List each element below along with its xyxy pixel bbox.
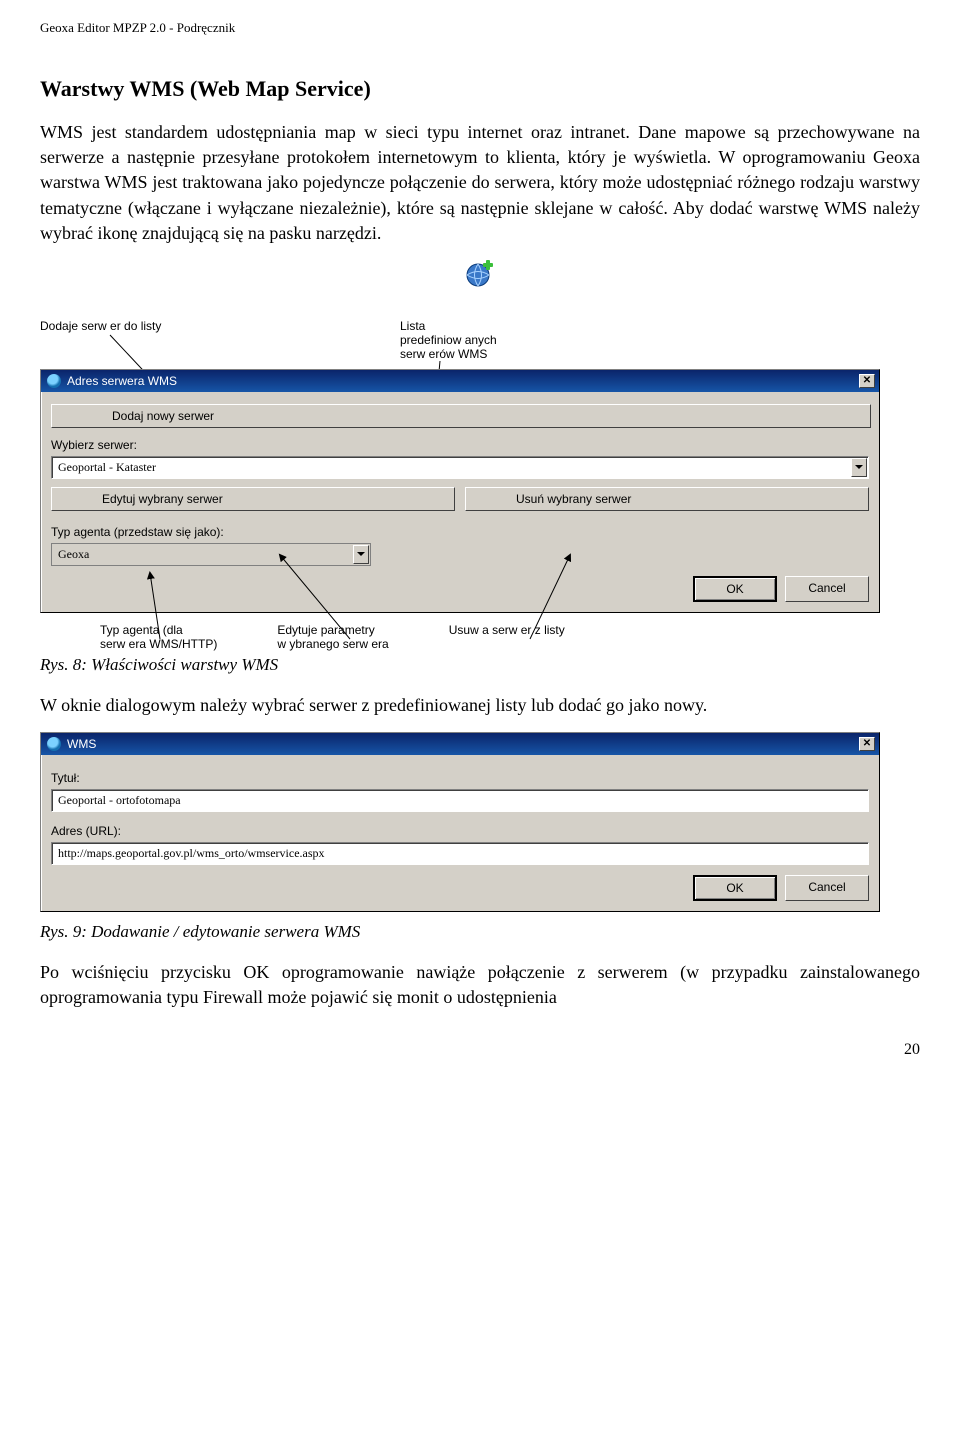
globe-icon xyxy=(47,737,61,751)
add-new-server-button[interactable]: Dodaj nowy serwer xyxy=(51,404,871,428)
figure-9-caption: Rys. 9: Dodawanie / edytowanie serwera W… xyxy=(40,922,920,942)
globe-icon xyxy=(47,374,61,388)
agent-type-select[interactable]: Geoxa xyxy=(51,543,371,566)
cancel-button[interactable]: Cancel xyxy=(785,875,869,901)
wms-title-label: Tytuł: xyxy=(51,771,869,785)
section-title: Warstwy WMS (Web Map Service) xyxy=(40,76,920,102)
doc-header: Geoxa Editor MPZP 2.0 - Podręcznik xyxy=(40,20,920,36)
chevron-down-icon[interactable] xyxy=(353,545,369,564)
annot-edit-params: Edytuje parametry w ybranego serw era xyxy=(277,623,388,651)
select-server-label: Wybierz serwer: xyxy=(51,438,869,452)
agent-type-label: Typ agenta (przedstaw się jako): xyxy=(51,525,869,539)
page-number: 20 xyxy=(40,1041,920,1059)
wms-dialog: WMS ✕ Tytuł: Adres (URL): OK Cancel xyxy=(40,732,880,912)
ok-button[interactable]: OK xyxy=(693,875,777,901)
close-icon[interactable]: ✕ xyxy=(859,737,875,751)
paragraph-3: Po wciśnięciu przycisku OK oprogramowani… xyxy=(40,960,920,1010)
chevron-down-icon[interactable] xyxy=(851,458,867,477)
add-wms-icon xyxy=(465,260,495,295)
server-select[interactable]: Geoportal - Kataster xyxy=(51,456,869,479)
wms-url-label: Adres (URL): xyxy=(51,824,869,838)
annot-remove-server: Usuw a serw er z listy xyxy=(449,623,565,651)
paragraph-2: W oknie dialogowym należy wybrać serwer … xyxy=(40,693,920,718)
paragraph-1: WMS jest standardem udostępniania map w … xyxy=(40,120,920,246)
annot-agent-type: Typ agenta (dla serw era WMS/HTTP) xyxy=(100,623,217,651)
annot-add-server: Dodaje serw er do listy xyxy=(40,319,200,361)
cancel-button[interactable]: Cancel xyxy=(785,576,869,602)
wms-url-input[interactable] xyxy=(51,842,869,865)
dialog2-title: WMS xyxy=(67,737,96,751)
ok-button[interactable]: OK xyxy=(693,576,777,602)
wms-address-dialog: Adres serwera WMS ✕ Dodaj nowy serwer Wy… xyxy=(40,369,880,613)
dialog1-title: Adres serwera WMS xyxy=(67,374,177,388)
annot-predef-list: Lista predefiniow anych serw erów WMS xyxy=(400,319,560,361)
wms-title-input[interactable] xyxy=(51,789,869,812)
figure-8-caption: Rys. 8: Właściwości warstwy WMS xyxy=(40,655,920,675)
close-icon[interactable]: ✕ xyxy=(859,374,875,388)
delete-server-button[interactable]: Usuń wybrany serwer xyxy=(465,487,869,511)
edit-server-button[interactable]: Edytuj wybrany serwer xyxy=(51,487,455,511)
